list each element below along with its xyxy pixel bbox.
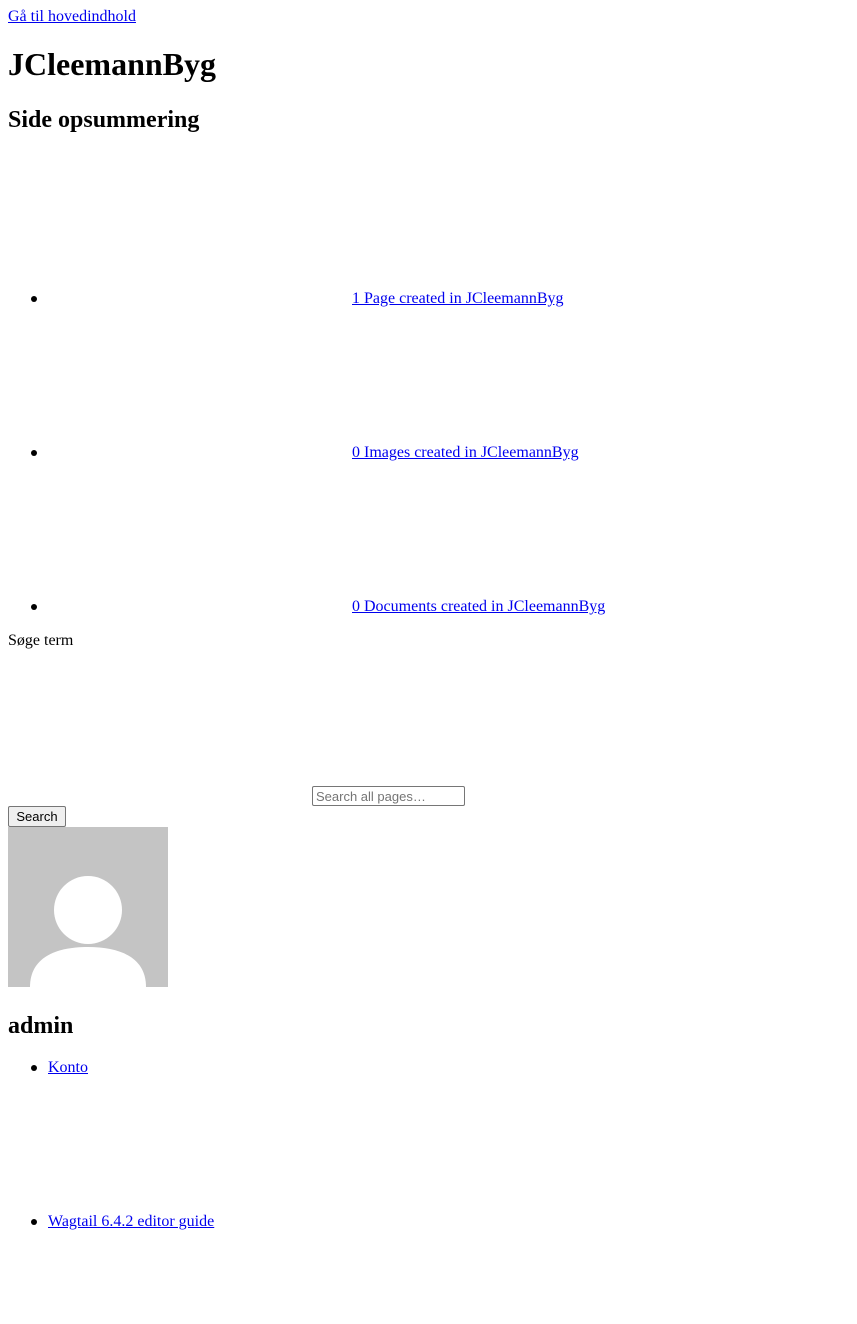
list-bullet — [31, 1219, 37, 1225]
default-user-avatar-icon — [8, 827, 168, 987]
search-label: Søge term — [8, 632, 74, 649]
list-bullet — [31, 296, 37, 302]
user-name: admin — [8, 1013, 74, 1039]
summary-item-images: 0 Images created in JCleemannByg — [0, 443, 857, 463]
documents-count-link[interactable]: 0 Documents created in JCleemannByg — [352, 597, 605, 617]
site-title: JCleemannByg — [8, 46, 216, 82]
list-bullet — [31, 1065, 37, 1071]
list-bullet — [31, 450, 37, 456]
skip-to-main-content-link[interactable]: Gå til hovedindhold — [8, 8, 136, 26]
account-menu-item-editor-guide: Wagtail 6.4.2 editor guide — [0, 1212, 857, 1232]
search-button[interactable]: Search — [8, 806, 66, 827]
list-bullet — [31, 604, 37, 610]
images-count-link[interactable]: 0 Images created in JCleemannByg — [352, 443, 579, 463]
avatar — [8, 827, 168, 987]
search-input[interactable] — [312, 786, 465, 806]
pages-count-link[interactable]: 1 Page created in JCleemannByg — [352, 289, 564, 309]
summary-item-pages: 1 Page created in JCleemannByg — [0, 289, 857, 309]
summary-item-documents: 0 Documents created in JCleemannByg — [0, 597, 857, 617]
editor-guide-link[interactable]: Wagtail 6.4.2 editor guide — [48, 1212, 214, 1232]
site-summary-heading: Side opsummering — [8, 107, 200, 133]
account-link[interactable]: Konto — [48, 1058, 88, 1078]
account-menu-item-konto: Konto — [0, 1058, 857, 1078]
